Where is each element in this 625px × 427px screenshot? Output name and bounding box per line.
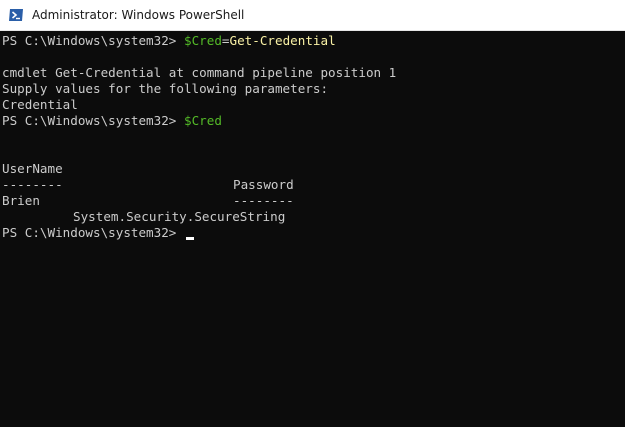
console-line-command: PS C:\Windows\system32> $Cred=Get-Creden… (2, 33, 336, 49)
console-line-output: Supply values for the following paramete… (2, 81, 329, 96)
command: Get-Credential (229, 33, 336, 48)
text-cursor (185, 237, 194, 240)
variable: $Cred (183, 33, 222, 48)
table-header-password: Password (233, 177, 294, 192)
table-separator: -------- (233, 193, 294, 208)
powershell-window: Administrator: Windows PowerShell PS C:\… (0, 0, 625, 427)
variable: $Cred (183, 113, 222, 128)
console-line-output: Credential (2, 97, 78, 112)
prompt: PS C:\Windows\system32> (2, 113, 184, 128)
table-row: Brien System.Security.SecureString (2, 177, 285, 224)
console-line-prompt: PS C:\Windows\system32> (2, 225, 194, 241)
prompt: PS C:\Windows\system32> (2, 225, 184, 240)
powershell-icon (8, 7, 24, 23)
console-area[interactable]: PS C:\Windows\system32> $Cred=Get-Creden… (0, 31, 625, 427)
prompt: PS C:\Windows\system32> (2, 33, 184, 48)
console-line-command: PS C:\Windows\system32> $Cred (2, 113, 222, 129)
operator: = (221, 33, 230, 48)
table-separator-row: -------- -------- (2, 161, 294, 208)
title-bar[interactable]: Administrator: Windows PowerShell (0, 0, 625, 31)
window-title: Administrator: Windows PowerShell (32, 8, 245, 22)
table-header-row: UserName Password (2, 145, 294, 192)
console-line-output: cmdlet Get-Credential at command pipelin… (2, 65, 397, 80)
table-cell-password: System.Security.SecureString (73, 209, 286, 224)
table-cell-username: Brien (2, 193, 40, 208)
